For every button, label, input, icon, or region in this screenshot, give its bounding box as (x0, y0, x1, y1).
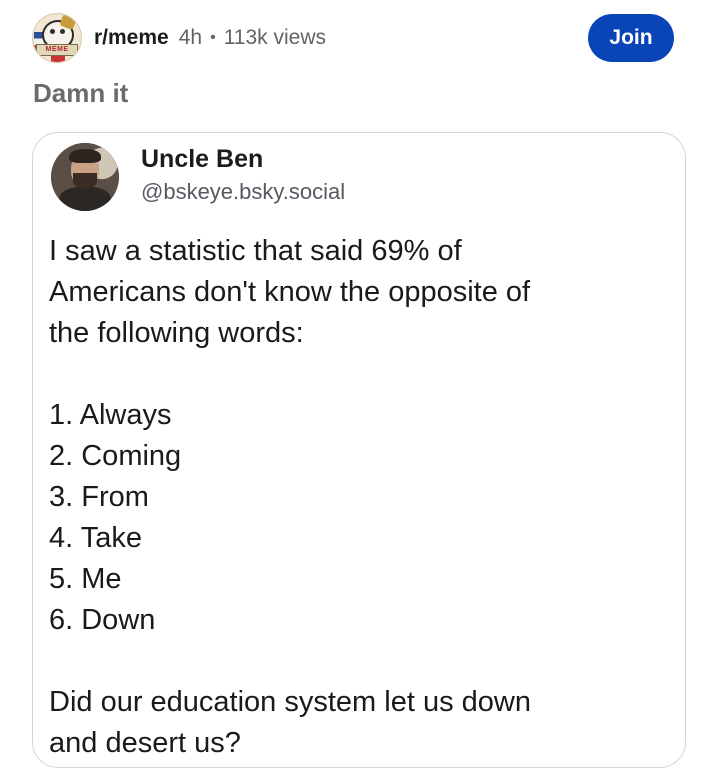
post-time: 4h (178, 26, 203, 49)
list-item: 2. Coming (49, 440, 182, 472)
author-name[interactable]: Uncle Ben (141, 145, 263, 174)
post-meta: 4h • 113k views (179, 26, 326, 50)
body-line: I saw a statistic that said 69% of (49, 235, 462, 267)
list-item: 3. From (49, 481, 149, 513)
embedded-post-card[interactable]: Uncle Ben @bskeye.bsky.social I saw a st… (32, 132, 686, 768)
post-body: I saw a statistic that said 69% of Ameri… (49, 231, 669, 764)
author-avatar[interactable] (51, 143, 119, 211)
list-item: 4. Take (49, 522, 142, 554)
author-handle[interactable]: @bskeye.bsky.social (141, 179, 345, 205)
subreddit-name[interactable]: r/meme (94, 26, 169, 50)
post-title[interactable]: Damn it (33, 78, 128, 109)
list-item: 6. Down (49, 604, 156, 636)
view-count: 113k views (223, 26, 327, 49)
body-line: the following words: (49, 317, 304, 349)
meta-separator: • (210, 29, 216, 46)
list-item: 5. Me (49, 563, 122, 595)
avatar-banner: MEME (36, 44, 78, 56)
body-line: Did our education system let us down (49, 686, 531, 718)
word-list: 1. Always 2. Coming 3. From 4. Take 5. M… (49, 395, 669, 641)
body-line: Americans don't know the opposite of (49, 276, 531, 308)
post-header: MEME r/meme 4h • 113k views Join (32, 12, 674, 64)
join-button[interactable]: Join (588, 14, 674, 62)
list-item: 1. Always (49, 399, 172, 431)
subreddit-avatar[interactable]: MEME (32, 13, 82, 63)
body-line: and desert us? (49, 727, 241, 759)
